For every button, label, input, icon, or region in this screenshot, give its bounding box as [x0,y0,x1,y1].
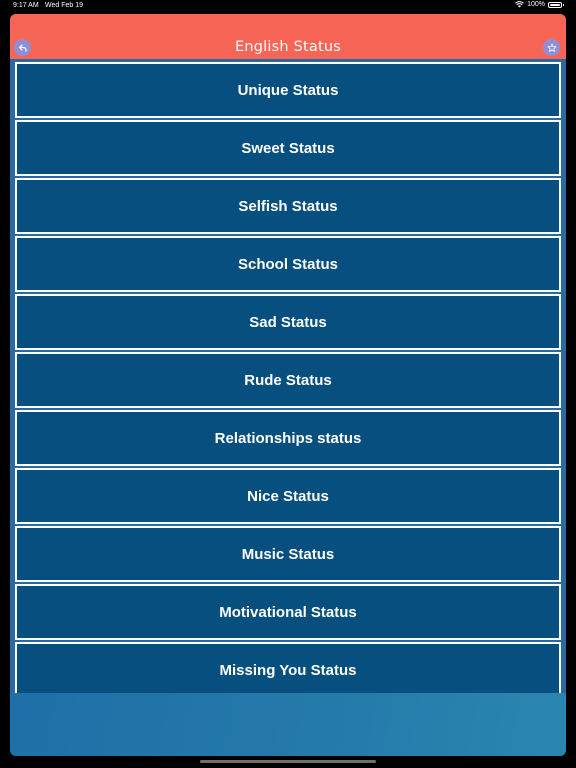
bottom-banner-area [10,693,566,756]
wifi-icon [515,1,524,8]
list-item-sad-status[interactable]: Sad Status [15,294,561,350]
list-item-rude-status[interactable]: Rude Status [15,352,561,408]
list-item-label: Relationships status [214,429,362,447]
list-item-label: Sweet Status [241,139,335,157]
status-right: 100% [515,1,564,8]
list-item-selfish-status[interactable]: Selfish Status [15,178,561,234]
header-bar: English Status [10,14,566,59]
list-item-label: Unique Status [237,81,339,99]
list-item-label: Selfish Status [238,197,338,215]
page-title: English Status [235,39,341,55]
list-item-label: Missing You Status [219,661,357,679]
list-item-label: School Status [237,255,338,273]
list-item-relationships-status[interactable]: Relationships status [15,410,561,466]
list-item-label: Rude Status [244,371,332,389]
list-item-unique-status[interactable]: Unique Status [15,62,561,118]
list-item-school-status[interactable]: School Status [15,236,561,292]
list-item-missing-you-status[interactable]: Missing You Status [15,642,561,693]
star-icon [547,43,556,52]
status-time: 9:17 AM [13,2,39,9]
battery-icon [548,1,564,8]
list-item-label: Nice Status [247,487,329,505]
app-frame: English Status Unique Status Sweet Statu… [10,14,566,756]
list-item-sweet-status[interactable]: Sweet Status [15,120,561,176]
list-item-nice-status[interactable]: Nice Status [15,468,561,524]
list-item-music-status[interactable]: Music Status [15,526,561,582]
status-bar: 9:17 AM Wed Feb 19 100% [0,0,576,12]
home-indicator[interactable] [200,760,376,763]
battery-percent: 100% [527,1,545,8]
status-date: Wed Feb 19 [45,2,84,9]
status-category-list[interactable]: Unique Status Sweet Status Selfish Statu… [13,59,563,693]
screen: 9:17 AM Wed Feb 19 100% English Status U… [0,0,576,768]
list-item-label: Sad Status [249,313,327,331]
list-item-motivational-status[interactable]: Motivational Status [15,584,561,640]
list-item-label: Music Status [241,545,335,563]
favorite-button[interactable] [543,39,560,56]
list-item-label: Motivational Status [219,603,357,621]
